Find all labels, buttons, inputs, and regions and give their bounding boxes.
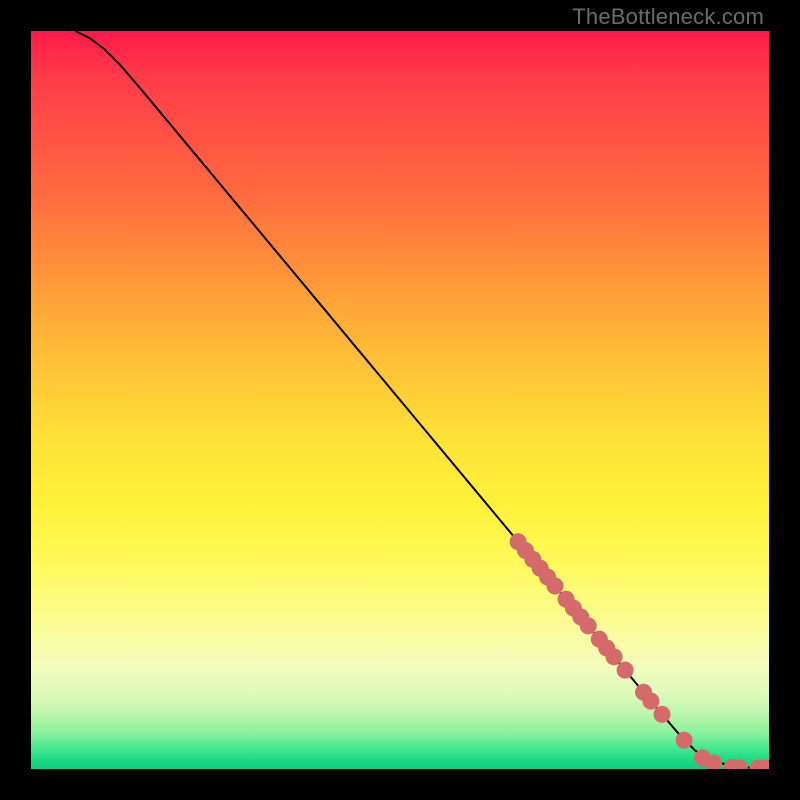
data-marker bbox=[606, 648, 623, 665]
data-marker bbox=[580, 617, 597, 634]
marker-group bbox=[510, 533, 769, 769]
data-marker bbox=[653, 706, 670, 723]
plot-area bbox=[31, 31, 769, 769]
attribution-label: TheBottleneck.com bbox=[572, 4, 764, 30]
data-marker bbox=[676, 732, 693, 749]
data-marker bbox=[642, 693, 659, 710]
data-marker bbox=[546, 577, 563, 594]
data-marker bbox=[617, 662, 634, 679]
chart-stage: TheBottleneck.com bbox=[0, 0, 800, 800]
chart-svg bbox=[31, 31, 769, 769]
curve-path bbox=[75, 31, 769, 768]
